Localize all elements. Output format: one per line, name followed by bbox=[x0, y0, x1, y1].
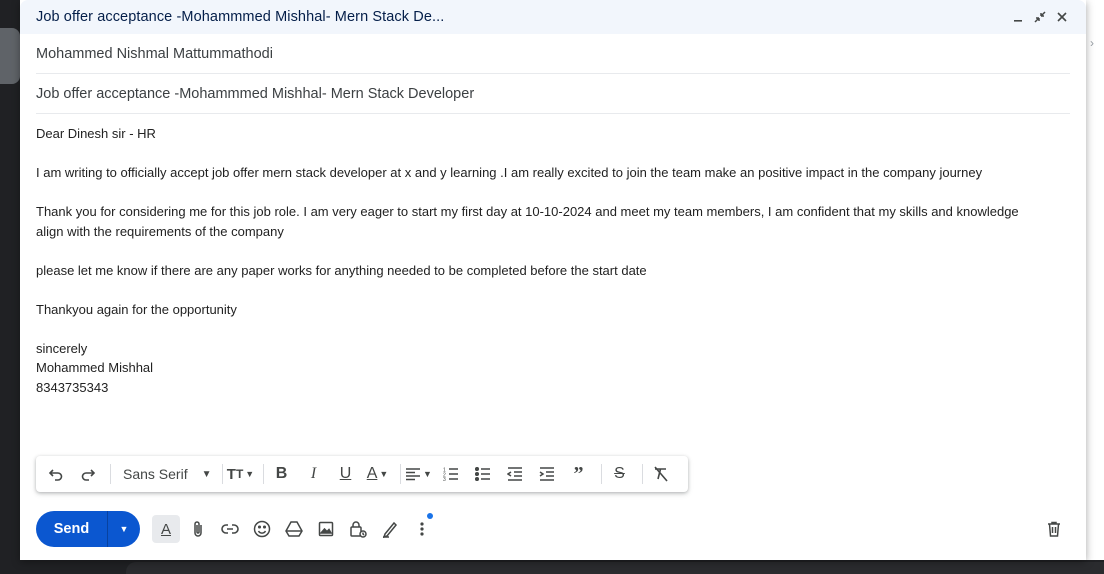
send-button-group: Send ▼ bbox=[36, 511, 140, 547]
to-field[interactable]: Mohammed Nishmal Mattummathodi bbox=[36, 34, 1070, 74]
strikethrough-icon[interactable]: S bbox=[606, 460, 634, 488]
svg-text:3: 3 bbox=[443, 477, 446, 481]
undo-icon[interactable] bbox=[42, 460, 70, 488]
compose-title: Job offer acceptance -Mohammmed Mishhal-… bbox=[36, 9, 445, 25]
confidential-mode-icon[interactable] bbox=[342, 513, 374, 545]
background-panel bbox=[0, 28, 20, 84]
send-button[interactable]: Send bbox=[36, 511, 108, 547]
body-paragraph: please let me know if there are any pape… bbox=[36, 262, 647, 278]
attach-icon[interactable] bbox=[182, 513, 214, 545]
subject-field[interactable]: Job offer acceptance -Mohammmed Mishhal-… bbox=[36, 74, 1070, 114]
formatting-toolbar: Sans Serif ▼ T T ▼ B I U A ▼ ▼ 123 ” S bbox=[36, 456, 688, 492]
signature-name: Mohammed Mishhal bbox=[36, 360, 154, 375]
bulleted-list-icon[interactable] bbox=[469, 460, 497, 488]
more-options-icon[interactable] bbox=[406, 513, 438, 545]
bold-icon[interactable]: B bbox=[268, 460, 296, 488]
background-edge: › bbox=[1086, 0, 1104, 574]
greeting: Dear Dinesh sir - HR bbox=[36, 126, 156, 141]
closing: sincerely bbox=[36, 340, 88, 356]
compose-actions: Send ▼ A bbox=[36, 511, 1070, 547]
text-color-icon[interactable]: A ▼ bbox=[364, 460, 392, 488]
link-icon[interactable] bbox=[214, 513, 246, 545]
body-paragraph: Thankyou again for the opportunity bbox=[36, 301, 237, 317]
message-body[interactable]: Dear Dinesh sir - HR I am writing to off… bbox=[20, 114, 1086, 397]
indent-less-icon[interactable] bbox=[501, 460, 529, 488]
text-size-icon[interactable]: T T ▼ bbox=[227, 460, 255, 488]
photo-icon[interactable] bbox=[310, 513, 342, 545]
numbered-list-icon[interactable]: 123 bbox=[437, 460, 465, 488]
chevron-right-icon: › bbox=[1090, 36, 1094, 50]
caret-down-icon: ▼ bbox=[119, 524, 129, 534]
redo-icon[interactable] bbox=[74, 460, 102, 488]
emoji-icon[interactable] bbox=[246, 513, 278, 545]
send-options-button[interactable]: ▼ bbox=[108, 511, 140, 547]
body-paragraph: Thank you for considering me for this jo… bbox=[36, 204, 1019, 239]
signature-phone: 8343735343 bbox=[36, 379, 109, 395]
notification-dot bbox=[427, 513, 433, 519]
underline-icon[interactable]: U bbox=[332, 460, 360, 488]
recipient-chip[interactable]: Mohammed Nishmal Mattummathodi bbox=[36, 46, 273, 62]
exit-full-screen-icon[interactable] bbox=[1032, 9, 1048, 25]
compose-title-bar[interactable]: Job offer acceptance -Mohammmed Mishhal-… bbox=[20, 0, 1086, 34]
minimize-icon[interactable] bbox=[1010, 9, 1026, 25]
subject-text: Job offer acceptance -Mohammmed Mishhal-… bbox=[36, 85, 475, 102]
italic-icon[interactable]: I bbox=[300, 460, 328, 488]
trash-icon[interactable] bbox=[1038, 513, 1070, 545]
close-icon[interactable] bbox=[1054, 9, 1070, 25]
body-paragraph: I am writing to officially accept job of… bbox=[36, 165, 983, 180]
indent-more-icon[interactable] bbox=[533, 460, 561, 488]
compose-window: Job offer acceptance -Mohammmed Mishhal-… bbox=[20, 0, 1086, 560]
font-label: Sans Serif bbox=[123, 466, 188, 482]
remove-formatting-icon[interactable] bbox=[647, 460, 675, 488]
signature-icon[interactable] bbox=[374, 513, 406, 545]
caret-down-icon: ▼ bbox=[201, 468, 212, 480]
quote-icon[interactable]: ” bbox=[565, 460, 593, 488]
drive-icon[interactable] bbox=[278, 513, 310, 545]
font-select[interactable]: Sans Serif ▼ bbox=[115, 460, 218, 488]
align-icon[interactable]: ▼ bbox=[405, 460, 433, 488]
background-bottom bbox=[0, 560, 1104, 574]
formatting-options-icon[interactable]: A bbox=[152, 515, 180, 543]
